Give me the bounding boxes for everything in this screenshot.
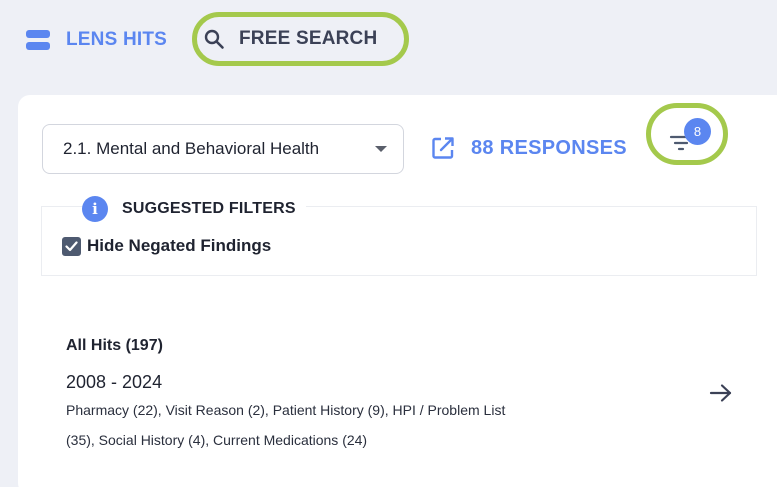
filter-button[interactable]: 8 bbox=[646, 103, 728, 165]
arrow-right-icon[interactable] bbox=[709, 383, 733, 403]
filter-count-badge: 8 bbox=[684, 118, 711, 145]
info-icon[interactable]: i bbox=[82, 196, 108, 222]
all-hits-row[interactable]: All Hits (197) 2008 - 2024 Pharmacy (22)… bbox=[66, 335, 756, 465]
tab-lens-hits-label: LENS HITS bbox=[66, 29, 168, 50]
section-select-value: 2.1. Mental and Behavioral Health bbox=[63, 139, 320, 158]
hide-negated-checkbox[interactable]: Hide Negated Findings bbox=[62, 236, 271, 256]
suggested-filters-header: i SUGGESTED FILTERS bbox=[82, 196, 306, 222]
suggested-filters-title: SUGGESTED FILTERS bbox=[122, 200, 296, 217]
responses-label: 88 RESPONSES bbox=[471, 136, 627, 159]
top-tab-bar: LENS HITS FREE SEARCH bbox=[0, 0, 777, 78]
external-link-icon bbox=[432, 137, 454, 159]
all-hits-title: All Hits (197) bbox=[66, 337, 163, 354]
hit-categories-line-1: Pharmacy (22), Visit Reason (2), Patient… bbox=[66, 402, 506, 418]
hide-negated-label: Hide Negated Findings bbox=[87, 236, 272, 255]
tab-lens-hits[interactable]: LENS HITS bbox=[26, 27, 167, 53]
year-range: 2008 - 2024 bbox=[66, 372, 163, 392]
tab-free-search[interactable]: FREE SEARCH bbox=[192, 12, 409, 66]
results-card: 2.1. Mental and Behavioral Health 88 RES… bbox=[18, 95, 777, 487]
search-icon bbox=[204, 29, 224, 49]
responses-link[interactable]: 88 RESPONSES bbox=[430, 135, 627, 161]
tab-free-search-label: FREE SEARCH bbox=[239, 28, 378, 49]
hit-categories-line-2: (35), Social History (4), Current Medica… bbox=[66, 432, 368, 448]
lens-icon bbox=[26, 30, 50, 50]
checkbox-checked-icon[interactable] bbox=[62, 236, 81, 256]
chevron-down-icon bbox=[375, 146, 387, 152]
suggested-filters-box: i SUGGESTED FILTERS Hide Negated Finding… bbox=[41, 196, 757, 276]
section-select[interactable]: 2.1. Mental and Behavioral Health bbox=[42, 124, 404, 174]
